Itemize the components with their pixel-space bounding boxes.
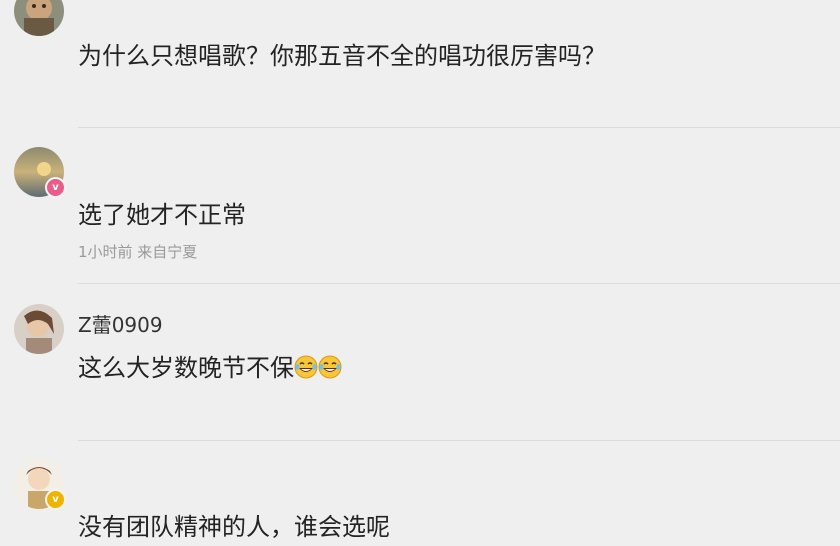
avatar[interactable]	[14, 0, 64, 36]
avatar[interactable]: v	[14, 147, 66, 198]
verified-badge-icon: v	[45, 489, 66, 510]
avatar-image	[14, 0, 64, 36]
comment-meta: 1小时前 来自宁夏	[78, 243, 198, 261]
avatar-image	[14, 304, 64, 354]
comment-text: 为什么只想唱歌？你那五音不全的唱功很厉害吗？	[78, 42, 606, 70]
laughing-tears-emoji-icon	[318, 355, 342, 385]
divider	[78, 127, 840, 128]
avatar[interactable]: v	[14, 459, 66, 510]
comment-text-content: 这么大岁数晚节不保	[78, 354, 294, 382]
avatar[interactable]	[14, 304, 64, 354]
comment-text: 没有团队精神的人，谁会选呢	[78, 513, 390, 541]
divider	[78, 283, 840, 284]
username[interactable]: Z蕾0909	[78, 309, 163, 338]
comment-text: 这么大岁数晚节不保	[78, 348, 342, 385]
verified-badge-icon: v	[45, 177, 66, 198]
comment-text: 选了她才不正常	[78, 201, 246, 229]
divider	[78, 440, 840, 441]
laughing-tears-emoji-icon	[294, 355, 318, 385]
